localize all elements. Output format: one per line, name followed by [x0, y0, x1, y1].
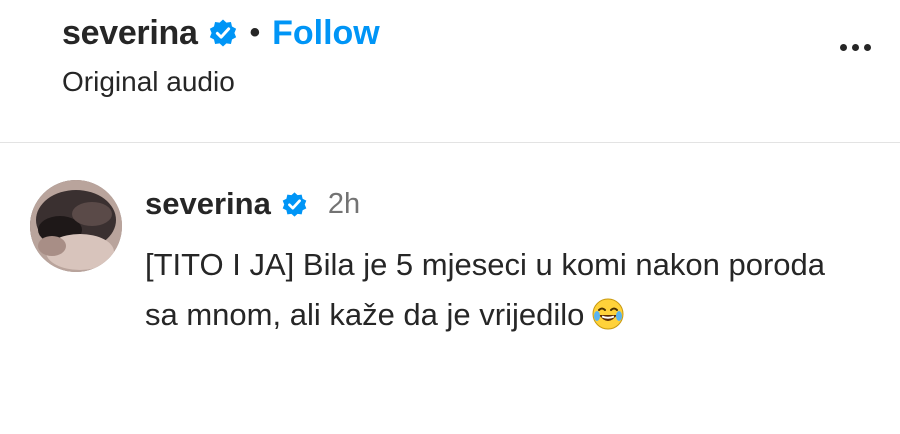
laughing-emoji-icon: [592, 295, 624, 330]
comment-timestamp[interactable]: 2h: [328, 188, 360, 221]
comment-username[interactable]: severina: [145, 186, 271, 222]
original-audio-link[interactable]: Original audio: [62, 66, 235, 98]
post-header: severina • Follow Original audio: [0, 0, 900, 143]
separator-dot: •: [249, 16, 261, 49]
avatar[interactable]: [30, 180, 122, 272]
header-username[interactable]: severina: [62, 14, 198, 53]
more-options-icon[interactable]: [840, 44, 871, 51]
follow-button[interactable]: Follow: [272, 14, 380, 53]
more-dot: [840, 44, 847, 51]
comment-text: [TITO I JA] Bila je 5 mjeseci u komi nak…: [145, 240, 865, 340]
more-dot: [852, 44, 859, 51]
header-row: severina • Follow: [62, 10, 380, 56]
verified-badge-icon: [281, 191, 308, 218]
verified-badge-icon: [208, 18, 238, 48]
more-dot: [864, 44, 871, 51]
caption-comment: severina 2h [TITO I JA] Bila je 5 mjesec…: [0, 150, 900, 434]
comment-header: severina 2h: [145, 186, 360, 222]
comment-body: [TITO I JA] Bila je 5 mjeseci u komi nak…: [145, 247, 826, 332]
